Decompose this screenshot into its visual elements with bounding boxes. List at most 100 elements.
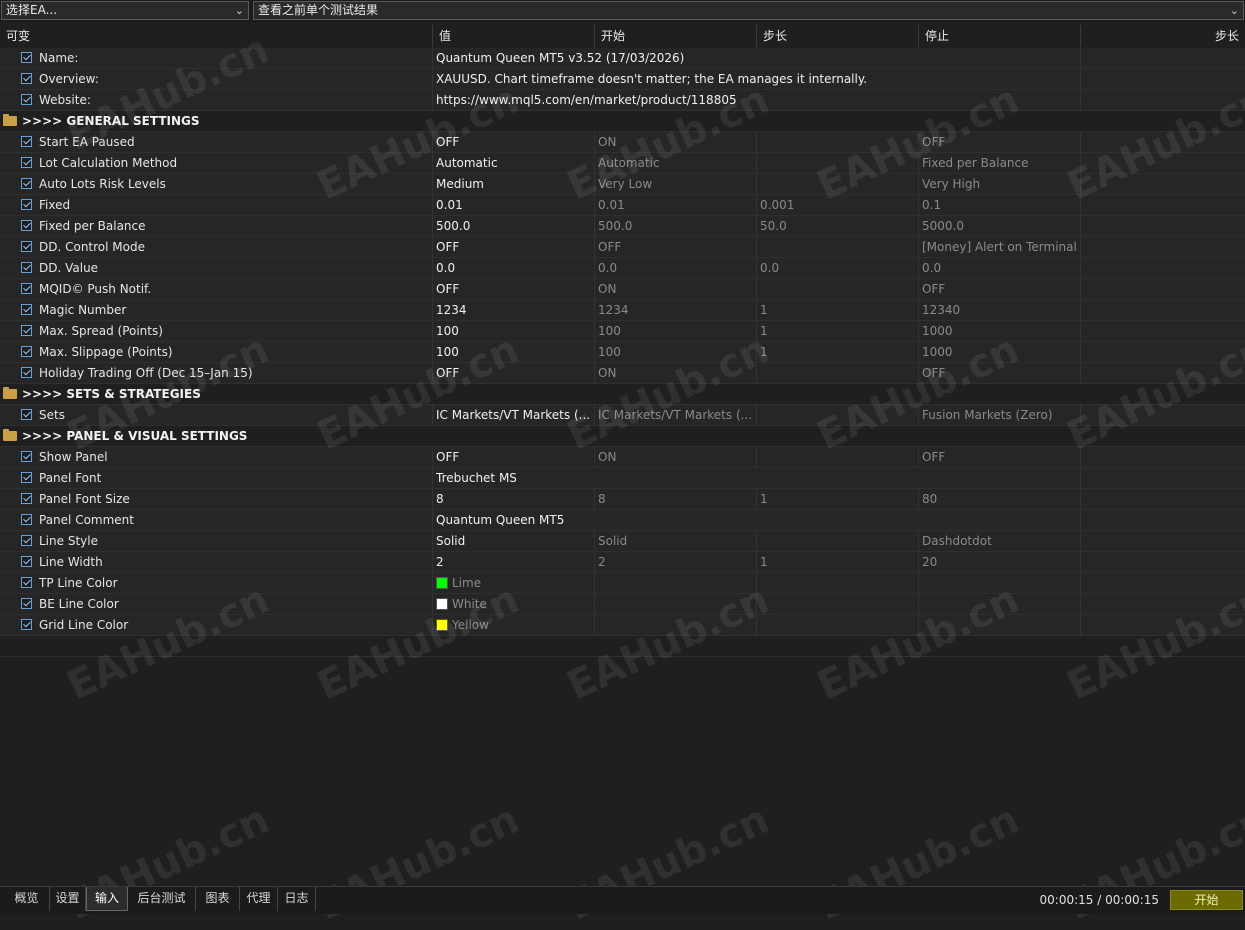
param-value[interactable]: OFF [433,363,595,383]
section-row[interactable]: >>>> SETS & STRATEGIES [0,384,1245,405]
param-stop[interactable]: OFF [919,279,1081,299]
column-variable[interactable]: 可变 [0,25,433,47]
tab-6[interactable]: 日志 [278,887,316,911]
column-value[interactable]: 值 [433,25,595,47]
param-step[interactable] [757,363,919,383]
param-stop[interactable]: 1000 [919,321,1081,341]
param-stop[interactable]: Very High [919,174,1081,194]
table-row[interactable]: Sets IC Markets/VT Markets (... IC Markets… [0,405,1245,426]
param-step[interactable] [757,132,919,152]
section-row[interactable]: >>>> GENERAL SETTINGS [0,111,1245,132]
param-step-2[interactable] [1081,321,1245,341]
param-step-2[interactable] [1081,573,1245,593]
param-value[interactable]: 0.01 [433,195,595,215]
param-value[interactable]: Automatic [433,153,595,173]
table-row[interactable]: Max. Spread (Points) 100 100 1 1000 [0,321,1245,342]
table-row[interactable]: Lot Calculation Method Automatic Automatic… [0,153,1245,174]
param-step-2[interactable] [1081,69,1245,89]
table-row[interactable]: Website: https://www.mql5.com/en/market/p… [0,90,1245,111]
table-row[interactable]: Holiday Trading Off (Dec 15–Jan 15) OFF ON… [0,363,1245,384]
param-step-2[interactable] [1081,489,1245,509]
param-value[interactable]: Solid [433,531,595,551]
param-start[interactable]: ON [595,363,757,383]
param-step-2[interactable] [1081,174,1245,194]
param-value[interactable]: Lime [433,573,595,593]
param-step[interactable] [757,279,919,299]
param-value[interactable]: 2 [433,552,595,572]
param-step-2[interactable] [1081,195,1245,215]
param-stop[interactable] [919,615,1081,635]
param-step-2[interactable] [1081,237,1245,257]
table-row[interactable]: Auto Lots Risk Levels Medium Very Low Very … [0,174,1245,195]
param-stop[interactable]: 5000.0 [919,216,1081,236]
table-row[interactable]: MQID© Push Notif. OFF ON OFF [0,279,1245,300]
param-step[interactable] [757,531,919,551]
param-step-2[interactable] [1081,342,1245,362]
param-stop[interactable]: [Money] Alert on Terminal [919,237,1081,257]
column-stop[interactable]: 停止 [919,25,1081,47]
param-value[interactable]: OFF [433,279,595,299]
param-step[interactable] [757,237,919,257]
param-step-2[interactable] [1081,468,1245,488]
param-value[interactable]: https://www.mql5.com/en/market/product/1… [433,90,1081,110]
param-step-2[interactable] [1081,279,1245,299]
param-step-2[interactable] [1081,258,1245,278]
param-start[interactable]: 8 [595,489,757,509]
table-row[interactable]: Max. Slippage (Points) 100 100 1 1000 [0,342,1245,363]
param-value[interactable]: 1234 [433,300,595,320]
param-value[interactable]: OFF [433,237,595,257]
table-row[interactable]: Overview: XAUUSD. Chart timeframe doesn't… [0,69,1245,90]
param-value[interactable]: OFF [433,447,595,467]
table-row[interactable]: Line Width 2 2 1 20 [0,552,1245,573]
param-step-2[interactable] [1081,90,1245,110]
tab-3[interactable]: 后台测试 [128,887,196,911]
param-value[interactable]: 0.0 [433,258,595,278]
tab-1[interactable]: 设置 [50,887,86,911]
param-value[interactable]: 500.0 [433,216,595,236]
table-row[interactable]: Panel Font Size 8 8 1 80 [0,489,1245,510]
param-start[interactable] [595,573,757,593]
table-row[interactable]: Panel Comment Quantum Queen MT5 [0,510,1245,531]
param-stop[interactable]: 80 [919,489,1081,509]
param-stop[interactable] [919,594,1081,614]
param-step-2[interactable] [1081,132,1245,152]
section-row[interactable]: >>>> PANEL & VISUAL SETTINGS [0,426,1245,447]
results-select[interactable]: 查看之前单个测试结果 ⌄ [253,1,1244,20]
param-start[interactable]: 100 [595,342,757,362]
table-row[interactable]: Show Panel OFF ON OFF [0,447,1245,468]
table-row[interactable]: DD. Control Mode OFF OFF [Money] Alert on T… [0,237,1245,258]
param-step-2[interactable] [1081,363,1245,383]
ea-select[interactable]: 选择EA... ⌄ [1,1,249,20]
param-value[interactable]: 100 [433,342,595,362]
param-step[interactable]: 1 [757,552,919,572]
param-step[interactable]: 1 [757,489,919,509]
param-value[interactable]: 100 [433,321,595,341]
param-stop[interactable]: OFF [919,363,1081,383]
param-start[interactable]: 0.01 [595,195,757,215]
param-step[interactable] [757,405,919,425]
param-step-2[interactable] [1081,48,1245,68]
table-row[interactable]: Fixed 0.01 0.01 0.001 0.1 [0,195,1245,216]
param-start[interactable]: 0.0 [595,258,757,278]
param-step[interactable]: 1 [757,321,919,341]
table-row[interactable]: Name: Quantum Queen MT5 v3.52 (17/03/2026… [0,48,1245,69]
param-step[interactable]: 0.001 [757,195,919,215]
table-row[interactable]: Grid Line Color Yellow [0,615,1245,636]
param-start[interactable]: 2 [595,552,757,572]
param-value[interactable]: IC Markets/VT Markets (... [433,405,595,425]
param-step-2[interactable] [1081,405,1245,425]
column-start[interactable]: 开始 [595,25,757,47]
param-step-2[interactable] [1081,531,1245,551]
param-start[interactable]: 100 [595,321,757,341]
param-start[interactable] [595,594,757,614]
param-stop[interactable]: OFF [919,447,1081,467]
param-stop[interactable]: 0.0 [919,258,1081,278]
table-row[interactable]: Panel Font Trebuchet MS [0,468,1245,489]
table-row[interactable]: DD. Value 0.0 0.0 0.0 0.0 [0,258,1245,279]
param-step-2[interactable] [1081,300,1245,320]
param-start[interactable] [595,615,757,635]
param-step[interactable] [757,615,919,635]
param-step-2[interactable] [1081,615,1245,635]
param-value[interactable]: Quantum Queen MT5 [433,510,1081,530]
param-step-2[interactable] [1081,594,1245,614]
